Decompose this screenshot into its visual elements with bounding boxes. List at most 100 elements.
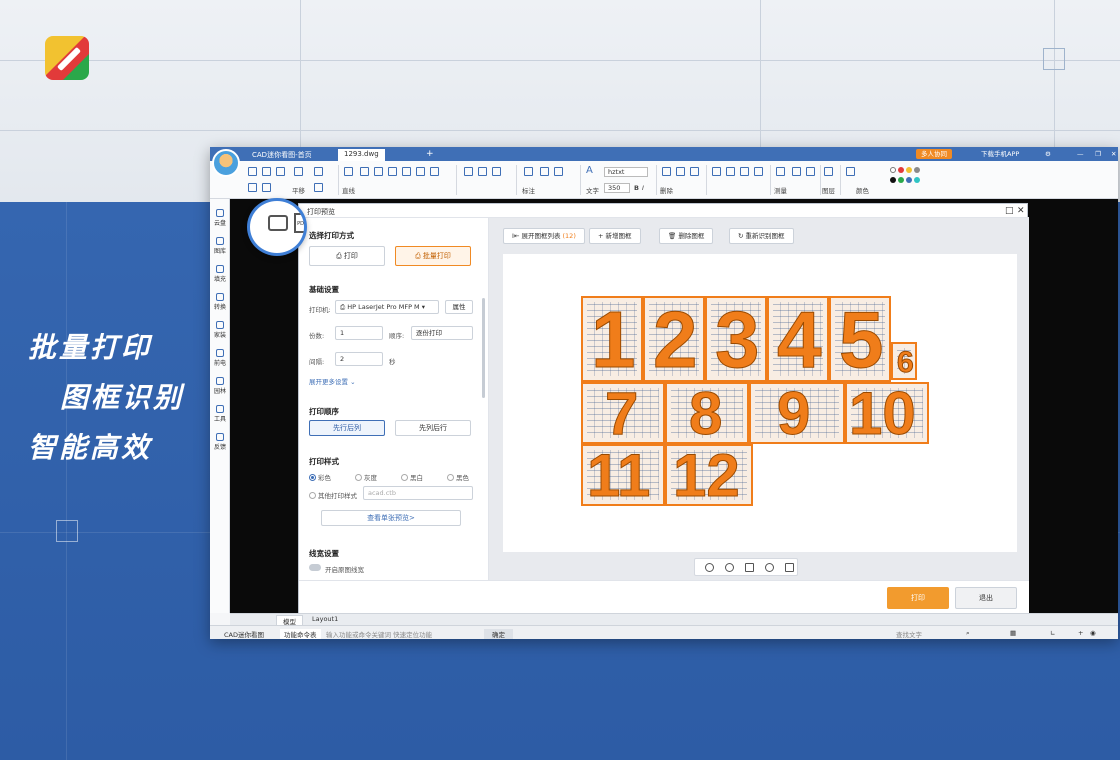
eye-icon[interactable]: [430, 167, 439, 176]
batch-print-icon[interactable]: [262, 183, 271, 192]
command-panel-button[interactable]: 功能命令表: [280, 629, 321, 639]
panel-scrollbar[interactable]: [482, 298, 485, 398]
color-red[interactable]: [898, 167, 904, 173]
ortho-icon[interactable]: ∟: [1050, 629, 1055, 637]
avatar[interactable]: [212, 149, 240, 177]
style-black-radio[interactable]: 黑色: [447, 472, 469, 482]
frame-12[interactable]: 12: [665, 444, 753, 506]
tab-file[interactable]: 1293.dwg: [338, 149, 385, 161]
tab-layout1[interactable]: Layout1: [306, 615, 344, 623]
confirm-button[interactable]: 确定: [484, 629, 513, 639]
zoom-out-icon[interactable]: [314, 183, 323, 192]
line-width-toggle[interactable]: [309, 564, 321, 571]
measure-label[interactable]: 测量: [774, 185, 787, 195]
layer-label[interactable]: 图层: [822, 185, 835, 195]
pan-hand-icon[interactable]: [705, 563, 714, 572]
more-settings-link[interactable]: 展开更多设置 ⌄: [309, 376, 356, 386]
aligned-dim-icon[interactable]: [540, 167, 549, 176]
frame-11[interactable]: 11: [581, 444, 665, 506]
fit-window-icon[interactable]: [745, 563, 754, 572]
exit-button[interactable]: 退出: [955, 587, 1017, 609]
rotate-icon[interactable]: [740, 167, 749, 176]
polyline-icon[interactable]: [360, 167, 369, 176]
command-input[interactable]: 输入功能或命令关键词 快速定位功能: [326, 629, 432, 639]
rectangle-icon[interactable]: [374, 167, 383, 176]
frame-2[interactable]: 2: [643, 296, 705, 382]
frame-6[interactable]: 6: [891, 342, 917, 380]
color-cyan[interactable]: [914, 177, 920, 183]
add-frame-button[interactable]: + 新增图框: [589, 228, 641, 244]
sidebar-item-electric[interactable]: 前电: [210, 349, 230, 367]
offset-icon[interactable]: [492, 167, 501, 176]
dialog-close-icon[interactable]: ✕: [1017, 206, 1025, 216]
extend-icon[interactable]: [478, 167, 487, 176]
maximize-icon[interactable]: ❐: [1090, 149, 1106, 159]
font-name-select[interactable]: hztxt: [604, 167, 648, 177]
color-gray[interactable]: [914, 167, 920, 173]
single-print-button[interactable]: ⎙ 打印: [309, 246, 385, 266]
interval-select[interactable]: 2: [335, 352, 383, 366]
frame-8[interactable]: 8: [665, 382, 749, 444]
pan-label[interactable]: 平移: [292, 185, 305, 195]
mirror-icon[interactable]: [754, 167, 763, 176]
move-icon[interactable]: [712, 167, 721, 176]
expand-frame-list-button[interactable]: I⇤ 展开图框列表 (12): [503, 228, 585, 244]
bold-button[interactable]: B: [634, 184, 639, 192]
row-first-button[interactable]: 先行后列: [309, 420, 385, 436]
cut-icon[interactable]: [690, 167, 699, 176]
printer-select[interactable]: ⎙ HP LaserJet Pro MFP M ▾: [335, 300, 439, 314]
batch-print-button[interactable]: ⎙ 批量打印: [395, 246, 471, 266]
frame-4[interactable]: 4: [767, 296, 829, 382]
zoom-in-icon[interactable]: [314, 167, 323, 176]
redetect-frame-button[interactable]: ↻ 重新识别图框: [729, 228, 794, 244]
style-color-radio[interactable]: 彩色: [309, 472, 331, 482]
sidebar-item-home[interactable]: 家装: [210, 321, 230, 339]
print-icon[interactable]: [248, 183, 257, 192]
add-tab-button[interactable]: +: [420, 149, 440, 161]
color-black[interactable]: [890, 177, 896, 183]
text-label[interactable]: 文字: [586, 185, 599, 195]
print-button[interactable]: 打印: [887, 587, 949, 609]
color-green[interactable]: [898, 177, 904, 183]
tab-home[interactable]: CAD迷你看图-首页: [246, 149, 318, 161]
dimension-icon[interactable]: [524, 167, 533, 176]
arc-icon[interactable]: [402, 167, 411, 176]
frame-9[interactable]: 9: [749, 382, 845, 444]
color-wheel-icon[interactable]: ◉: [1090, 629, 1096, 637]
other-style-select[interactable]: acad.ctb: [363, 486, 473, 500]
color-blue[interactable]: [906, 177, 912, 183]
trim-icon[interactable]: [464, 167, 473, 176]
download-app-button[interactable]: 下载手机APP: [976, 149, 1024, 159]
column-first-button[interactable]: 先列后行: [395, 420, 471, 436]
frame-7[interactable]: 7: [581, 382, 665, 444]
delete-label[interactable]: 删除: [660, 185, 673, 195]
font-size-select[interactable]: 350: [604, 183, 630, 193]
sidebar-item-garden[interactable]: 园林: [210, 377, 230, 395]
copies-input[interactable]: 1: [335, 326, 383, 340]
style-other-radio[interactable]: 其他打印样式: [309, 490, 357, 500]
color-white[interactable]: [890, 167, 896, 173]
sidebar-item-tools[interactable]: 工具: [210, 405, 230, 423]
close-icon[interactable]: ✕: [1106, 149, 1120, 159]
crosshair-icon[interactable]: +: [1078, 629, 1083, 637]
settings-icon[interactable]: ⚙: [1040, 149, 1056, 159]
radius-dim-icon[interactable]: [554, 167, 563, 176]
sidebar-item-feedback[interactable]: 反馈: [210, 433, 230, 451]
area-icon[interactable]: [792, 167, 801, 176]
sidebar-item-cloud[interactable]: 云盘: [210, 209, 230, 227]
minimize-icon[interactable]: —: [1072, 149, 1089, 159]
sidebar-item-convert[interactable]: 转换: [210, 293, 230, 311]
hand-icon[interactable]: [294, 167, 303, 176]
linetype-icon[interactable]: [846, 167, 855, 176]
text-icon[interactable]: A: [586, 165, 593, 176]
layers-icon[interactable]: [824, 167, 833, 176]
line-label[interactable]: 直线: [342, 185, 355, 195]
single-preview-button[interactable]: 查看单张预览>: [321, 510, 461, 526]
style-bw-radio[interactable]: 黑白: [401, 472, 423, 482]
grid-icon[interactable]: ▦: [1010, 629, 1016, 637]
zoom-in-icon[interactable]: [725, 563, 734, 572]
frame-1[interactable]: 1: [581, 296, 643, 382]
copy-icon[interactable]: [676, 167, 685, 176]
sidebar-item-library[interactable]: 图库: [210, 237, 230, 255]
circle-icon[interactable]: [388, 167, 397, 176]
